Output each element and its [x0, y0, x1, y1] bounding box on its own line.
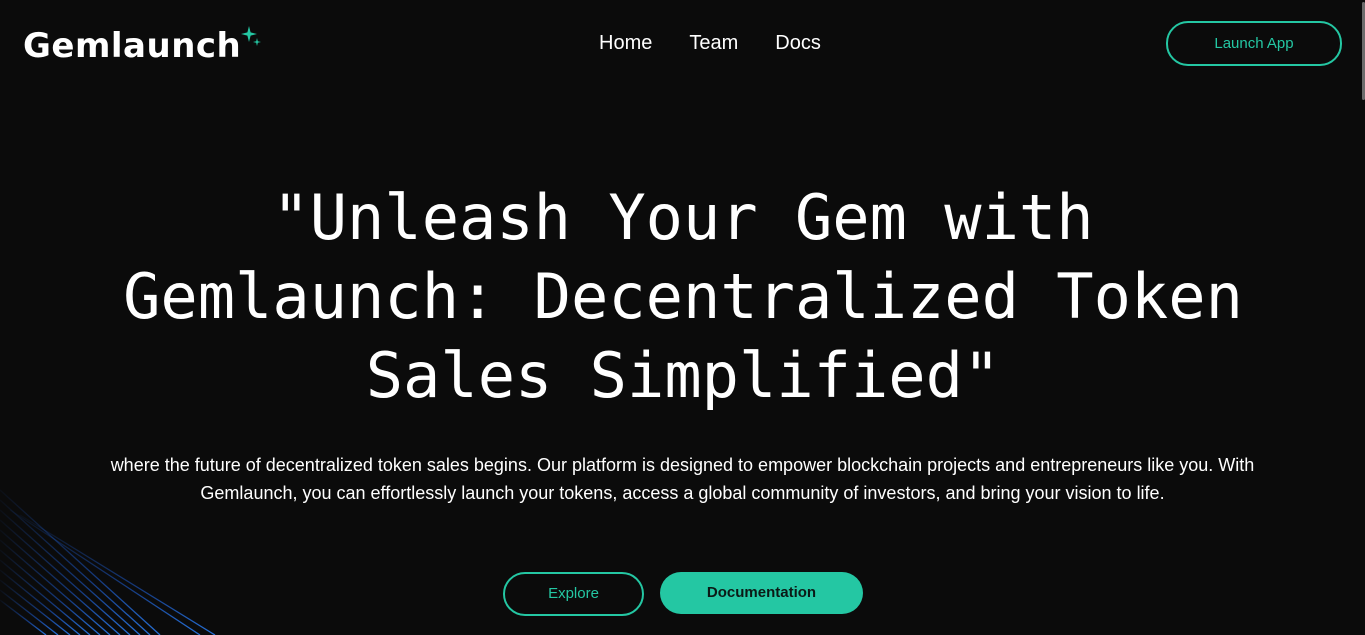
- sparkle-icon: [241, 26, 262, 46]
- logo[interactable]: Gemlaunch: [23, 24, 263, 68]
- site-header: Gemlaunch Home Team Docs Launch App: [0, 0, 1365, 90]
- logo-text: Gemlaunch: [23, 26, 242, 66]
- launch-app-button[interactable]: Launch App: [1166, 21, 1342, 66]
- hero-description: where the future of decentralized token …: [110, 455, 1255, 503]
- main-nav: Home Team Docs: [599, 30, 821, 56]
- landing-page: Gemlaunch Home Team Docs Launch App "Unl…: [0, 0, 1365, 635]
- nav-team[interactable]: Team: [689, 30, 738, 56]
- scrollbar[interactable]: [1360, 0, 1365, 100]
- documentation-button[interactable]: Documentation: [660, 572, 863, 614]
- nav-home[interactable]: Home: [599, 30, 652, 56]
- hero-title: "Unleash Your Gem with Gemlaunch: Decent…: [123, 181, 1243, 412]
- explore-button[interactable]: Explore: [503, 572, 644, 616]
- nav-docs[interactable]: Docs: [775, 30, 821, 56]
